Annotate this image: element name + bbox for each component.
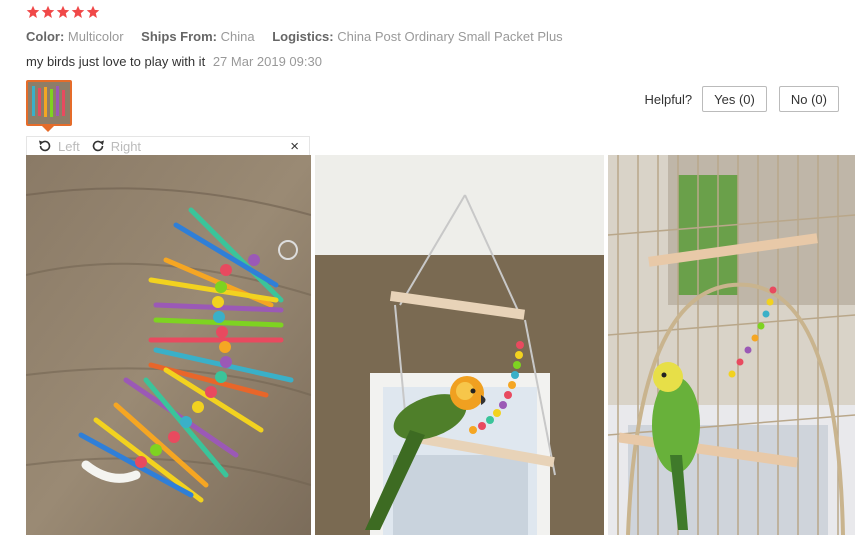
star-icon	[41, 5, 55, 18]
review-date: 27 Mar 2019 09:30	[212, 54, 322, 69]
rotate-right-icon	[92, 140, 104, 152]
rotate-left-icon	[39, 140, 51, 152]
rotate-left-button[interactable]: Left	[37, 138, 80, 154]
review-photo-2[interactable]	[315, 155, 604, 535]
helpful-yes-button[interactable]: Yes (0)	[702, 86, 767, 112]
helpful-label: Helpful?	[644, 91, 693, 107]
star-icon	[26, 5, 40, 18]
star-icon	[86, 5, 100, 18]
rotate-left-label: Left	[58, 138, 80, 154]
attribute-logistics: Logistics: China Post Ordinary Small Pac…	[272, 29, 563, 44]
star-icon	[56, 5, 70, 18]
rotate-right-label: Right	[110, 138, 142, 154]
thumbnail-pointer	[42, 126, 54, 132]
review-photo-1[interactable]	[26, 155, 311, 535]
rating-stars	[26, 5, 100, 19]
helpful-vote: Helpful? Yes (0) No (0)	[644, 86, 839, 112]
photo-viewer-toolbar: Left Right ×	[26, 136, 310, 156]
review-content: my birds just love to play with it 27 Ma…	[26, 54, 322, 69]
attribute-ships-from: Ships From: China	[141, 29, 255, 44]
rotate-right-button[interactable]: Right	[90, 138, 141, 154]
helpful-no-button[interactable]: No (0)	[778, 86, 839, 112]
review-photo-3[interactable]	[608, 155, 855, 535]
review-text: my birds just love to play with it	[26, 54, 206, 69]
review-photo-thumbnail[interactable]	[26, 80, 72, 126]
attribute-color: Color: Multicolor	[26, 29, 124, 44]
star-icon	[71, 5, 85, 18]
product-attributes: Color: Multicolor Ships From: China Logi…	[26, 29, 577, 44]
close-icon[interactable]: ×	[290, 138, 299, 155]
